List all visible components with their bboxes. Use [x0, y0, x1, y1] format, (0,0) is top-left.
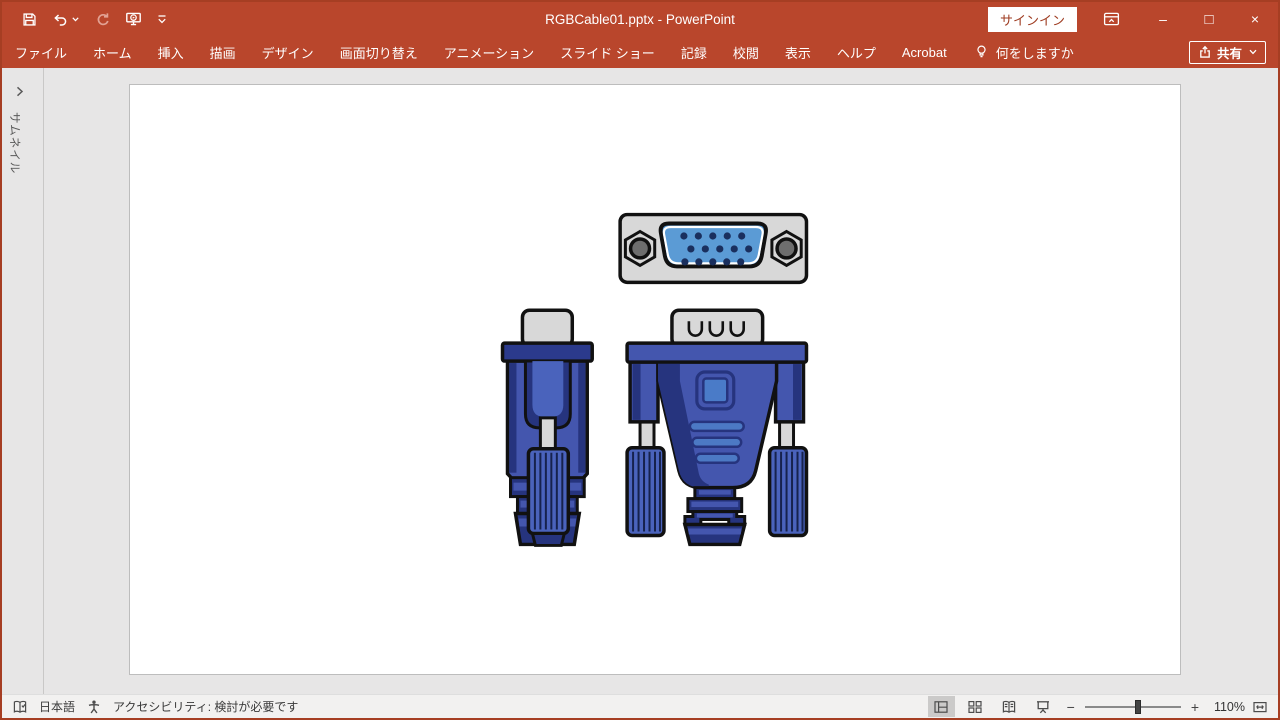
- tab-acrobat[interactable]: Acrobat: [889, 36, 960, 68]
- tab-help[interactable]: ヘルプ: [824, 36, 889, 68]
- tab-animations[interactable]: アニメーション: [431, 36, 547, 68]
- redo-icon: [94, 11, 110, 27]
- zoom-slider-handle[interactable]: [1135, 700, 1141, 714]
- ribbon-tab-bar: ファイル ホーム 挿入 描画 デザイン 画面切り替え アニメーション スライド …: [2, 36, 1278, 68]
- save-icon: [22, 12, 37, 27]
- zoom-level[interactable]: 110%: [1209, 700, 1245, 714]
- zoom-slider-track[interactable]: [1085, 706, 1181, 708]
- quick-access-toolbar: [2, 11, 167, 27]
- status-bar-right: − + 110%: [928, 696, 1278, 717]
- thumbnail-pane-label: サムネイル: [7, 112, 23, 174]
- share-button[interactable]: 共有: [1189, 41, 1266, 64]
- proofing-status-icon[interactable]: [12, 699, 28, 715]
- titlebar-right-controls: サインイン – □ ×: [988, 2, 1278, 36]
- view-button-normal[interactable]: [928, 696, 955, 717]
- zoom-out-button[interactable]: −: [1064, 699, 1078, 715]
- undo-icon: [52, 12, 69, 27]
- title-bar: RGBCable01.pptx - PowerPoint サインイン – □ ×: [2, 2, 1278, 36]
- undo-button[interactable]: [52, 12, 79, 27]
- share-label: 共有: [1217, 43, 1242, 62]
- tab-review[interactable]: 校閲: [720, 36, 772, 68]
- customize-toolbar-icon: [157, 14, 167, 24]
- tab-home[interactable]: ホーム: [80, 36, 145, 68]
- view-button-reading[interactable]: [996, 696, 1023, 717]
- status-bar: 日本語 アクセシビリティ: 検討が必要です: [2, 694, 1278, 718]
- slide-canvas[interactable]: [129, 84, 1181, 675]
- tab-record[interactable]: 記録: [668, 36, 720, 68]
- accessibility-icon[interactable]: [86, 699, 102, 715]
- close-button[interactable]: ×: [1232, 2, 1278, 36]
- lightbulb-icon: [974, 44, 989, 60]
- window-title: RGBCable01.pptx - PowerPoint: [545, 2, 735, 36]
- share-dropdown-chevron-icon: [1249, 49, 1257, 55]
- start-slideshow-button[interactable]: [125, 11, 142, 27]
- view-button-slide-sorter[interactable]: [962, 696, 989, 717]
- maximize-button[interactable]: □: [1186, 2, 1232, 36]
- normal-view-icon: [933, 699, 949, 715]
- share-icon: [1198, 45, 1212, 59]
- tell-me-button[interactable]: 何をしますか: [974, 43, 1074, 62]
- accessibility-status[interactable]: アクセシビリティ: 検討が必要です: [113, 698, 298, 715]
- view-button-slideshow[interactable]: [1030, 696, 1057, 717]
- powerpoint-window: RGBCable01.pptx - PowerPoint サインイン – □ ×…: [0, 0, 1280, 720]
- zoom-in-button[interactable]: +: [1188, 699, 1202, 715]
- vga-connector-side-view[interactable]: [503, 310, 593, 545]
- slide-sorter-icon: [967, 699, 983, 715]
- slide-illustration: [130, 85, 1180, 674]
- tab-file[interactable]: ファイル: [2, 36, 80, 68]
- tab-insert[interactable]: 挿入: [145, 36, 197, 68]
- thumbnail-pane-collapsed[interactable]: サムネイル: [2, 68, 44, 694]
- tab-slideshow[interactable]: スライド ショー: [547, 36, 668, 68]
- start-slideshow-icon: [125, 11, 142, 27]
- minimize-button[interactable]: –: [1140, 2, 1186, 36]
- customize-quick-access-toolbar-button[interactable]: [157, 14, 167, 24]
- undo-dropdown-chevron-icon[interactable]: [72, 17, 79, 22]
- tab-view[interactable]: 表示: [772, 36, 824, 68]
- tab-design[interactable]: デザイン: [249, 36, 327, 68]
- tab-draw[interactable]: 描画: [197, 36, 249, 68]
- tell-me-label: 何をしますか: [996, 43, 1074, 62]
- status-bar-left: 日本語 アクセシビリティ: 検討が必要です: [2, 698, 298, 715]
- save-button[interactable]: [22, 12, 37, 27]
- redo-button: [94, 11, 110, 27]
- language-indicator[interactable]: 日本語: [39, 698, 75, 715]
- vga-connector-back-view[interactable]: [627, 310, 806, 544]
- vga-port-front-view[interactable]: [620, 215, 806, 283]
- ribbon-display-options-icon: [1103, 11, 1120, 27]
- expand-thumbnails-chevron-icon[interactable]: [16, 86, 24, 97]
- reading-view-icon: [1001, 699, 1017, 715]
- fit-slide-to-window-button[interactable]: [1252, 699, 1268, 715]
- slideshow-view-icon: [1035, 699, 1051, 715]
- ribbon-display-options-button[interactable]: [1103, 11, 1120, 27]
- zoom-slider[interactable]: [1085, 699, 1181, 715]
- workspace: サムネイル: [2, 68, 1278, 694]
- sign-in-button[interactable]: サインイン: [988, 7, 1077, 32]
- tab-transitions[interactable]: 画面切り替え: [327, 36, 431, 68]
